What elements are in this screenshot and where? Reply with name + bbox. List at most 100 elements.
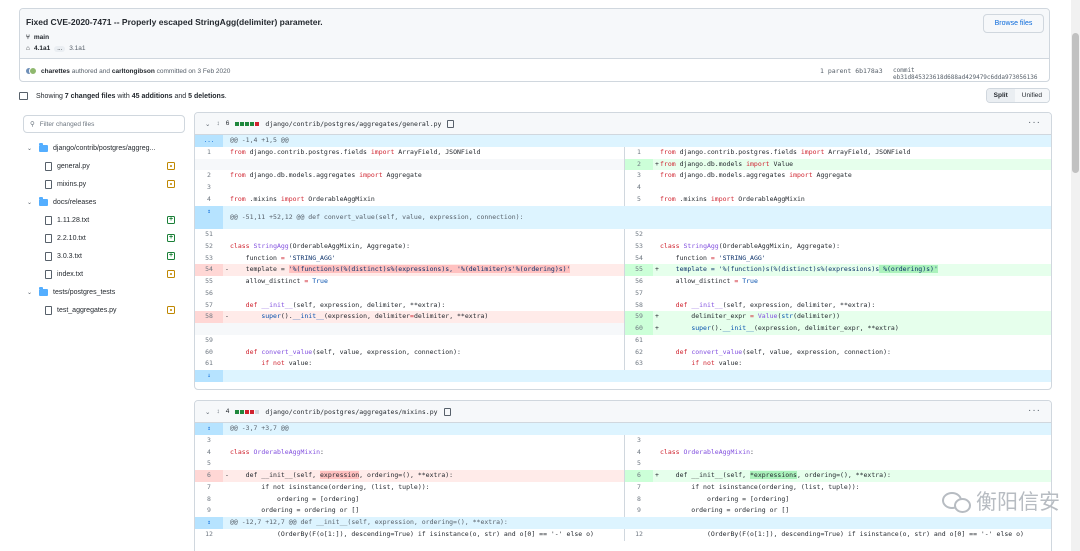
line-number[interactable]: 56 [195,288,223,300]
summary-part: and [172,92,189,100]
line-number[interactable]: 3 [625,435,653,447]
tag-last[interactable]: 3.1a1 [69,45,85,52]
file-tree-toggle-icon[interactable] [19,92,28,100]
line-number[interactable]: 5 [625,458,653,470]
changed-count[interactable]: 7 changed files [65,93,116,100]
unified-button[interactable]: Unified [1014,89,1049,102]
chevron-down-icon[interactable]: ⌄ [205,120,210,128]
split-button[interactable]: Split [986,89,1015,102]
line-number[interactable]: 12 [625,529,653,541]
filter-input[interactable]: ⚲ Filter changed files [23,115,185,133]
copy-icon[interactable] [447,119,455,128]
line-number[interactable]: 1 [195,147,223,159]
line-number[interactable]: 1 [625,147,653,159]
line-number[interactable]: 5 [625,194,653,206]
more-options-icon[interactable]: ··· [1028,117,1041,128]
diff-row: 2 from django.db.models.aggregates import… [195,170,1051,182]
commit-header: Fixed CVE-2020-7471 -- Properly escaped … [19,8,1050,82]
line-number[interactable]: 3 [195,435,223,447]
parent-link[interactable]: 1 parent 6b178a3 [820,67,883,75]
line-number[interactable]: 8 [195,494,223,506]
line-number[interactable]: 51 [195,229,223,241]
line-number[interactable]: 7 [625,482,653,494]
tree-folder[interactable]: ⌄ django/contrib/postgres/aggreg... [27,139,155,157]
line-number[interactable]: 61 [195,358,223,370]
line-number[interactable]: 2 [625,158,653,171]
expand-icon[interactable]: ↕ [195,205,223,229]
scrollbar[interactable] [1071,0,1080,551]
line-number[interactable]: 54 [625,253,653,265]
diff-row: 51 52 [195,229,1051,241]
line-number[interactable]: 59 [195,335,223,347]
tree-file[interactable]: index.txt [45,265,195,283]
line-number[interactable]: 3 [625,170,653,182]
line-number[interactable]: 54 [195,264,223,276]
code-line: def convert_value(self, value, expressio… [245,347,461,356]
line-number[interactable]: 52 [625,229,653,241]
browse-files-button[interactable]: Browse files [983,14,1044,33]
tag-ellipsis[interactable]: ... [54,45,66,52]
tree-folder[interactable]: ⌄ docs/releases [27,193,96,211]
line-number[interactable]: 4 [625,182,653,194]
line-number[interactable]: 55 [195,276,223,288]
expand-icon[interactable]: ↕ [195,517,223,529]
diff-row: 7 if not isinstance(ordering, (list, tup… [195,481,1051,494]
line-number[interactable]: 9 [195,505,223,517]
commit-top: Fixed CVE-2020-7471 -- Properly escaped … [20,9,1049,59]
expand-up-icon[interactable]: ... [195,135,223,147]
more-options-icon[interactable]: ··· [1028,405,1041,416]
line-number[interactable]: 4 [625,447,653,459]
line-number[interactable]: 5 [195,458,223,470]
line-number[interactable]: 53 [195,253,223,265]
line-number[interactable]: 4 [195,194,223,206]
line-number[interactable]: 57 [195,300,223,312]
line-number[interactable]: 53 [625,241,653,253]
line-number[interactable]: 6 [625,470,653,482]
scrollbar-thumb[interactable] [1072,33,1079,173]
code-line: class StringAgg(OrderableAggMixin, Aggre… [230,241,411,250]
tag-icon: ⌂ [26,45,30,52]
tree-file[interactable]: mixins.py [45,175,195,193]
line-number[interactable]: 55 [625,264,653,276]
line-number[interactable]: 61 [625,335,653,347]
expand-icon[interactable]: ↕ [216,408,219,415]
committer-link[interactable]: carltongibson [112,68,155,75]
tree-file[interactable]: 2.2.10.txt + [45,229,195,247]
tree-file[interactable]: general.py [45,157,195,175]
line-number[interactable]: 56 [625,276,653,288]
line-number[interactable]: 63 [625,358,653,370]
tree-file[interactable]: 3.0.3.txt + [45,247,195,265]
line-number[interactable]: 9 [625,505,653,517]
branch-name[interactable]: main [34,34,49,41]
line-number[interactable]: 60 [195,347,223,359]
expand-icon[interactable]: ↕ [195,423,223,435]
avatar[interactable] [29,67,37,75]
copy-icon[interactable] [443,407,451,416]
expand-down-icon[interactable]: ↓ [195,370,223,382]
tree-file[interactable]: test_aggregates.py [45,301,195,319]
author-line: charettes authored and carltongibson com… [41,68,230,75]
line-number[interactable]: 6 [195,470,223,482]
file-path[interactable]: django/contrib/postgres/aggregates/mixin… [265,408,437,416]
line-number[interactable]: 58 [625,300,653,312]
line-number[interactable]: 12 [195,529,223,541]
tree-file[interactable]: 1.11.28.txt + [45,211,195,229]
tag-first[interactable]: 4.1a1 [34,45,50,52]
line-number[interactable]: 52 [195,241,223,253]
line-number[interactable]: 58 [195,311,223,323]
tree-folder[interactable]: ⌄ tests/postgres_tests [27,283,115,301]
author-link[interactable]: charettes [41,68,70,75]
line-number[interactable]: 4 [195,447,223,459]
line-number[interactable]: 2 [195,170,223,182]
line-number[interactable]: 57 [625,288,653,300]
line-number[interactable]: 3 [195,182,223,194]
expand-icon[interactable]: ↕ [216,120,219,127]
line-number[interactable]: 7 [195,482,223,494]
diff-file-header: ⌄ ↕ 4 django/contrib/postgres/aggregates… [195,401,1051,423]
line-number[interactable]: 59 [625,311,653,323]
line-number[interactable]: 60 [625,323,653,335]
line-number[interactable]: 62 [625,347,653,359]
line-number[interactable]: 8 [625,494,653,506]
file-path[interactable]: django/contrib/postgres/aggregates/gener… [265,120,441,128]
chevron-down-icon[interactable]: ⌄ [205,408,210,416]
